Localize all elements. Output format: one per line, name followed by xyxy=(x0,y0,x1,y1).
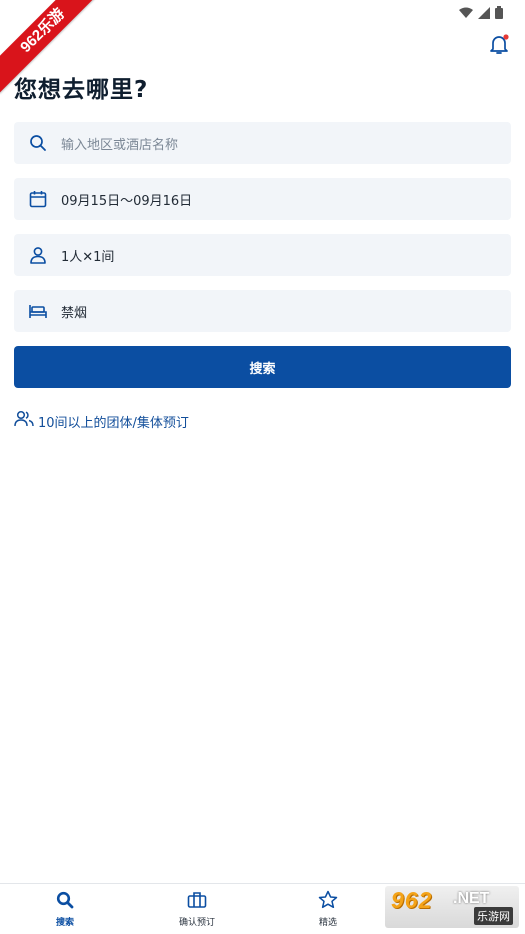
signal-icon xyxy=(478,4,490,23)
bed-icon xyxy=(28,301,48,321)
wifi-icon xyxy=(459,4,473,23)
search-button[interactable]: 搜索 xyxy=(14,346,511,388)
page-title: 您想去哪里? xyxy=(14,77,149,103)
search-icon xyxy=(56,891,74,912)
guests-rooms-value: 1人✕1间 xyxy=(61,249,115,265)
search-icon xyxy=(28,133,48,153)
group-booking-link[interactable]: 10间以上的团体/集体预订 xyxy=(14,410,189,432)
nav-tab-label: 精选 xyxy=(318,918,337,928)
nav-tab-label: 确认预订 xyxy=(178,917,215,928)
calendar-icon xyxy=(28,189,48,209)
watermark-suffix: .NET xyxy=(453,890,490,907)
battery-icon xyxy=(495,4,503,23)
notification-bell-icon[interactable] xyxy=(487,32,511,56)
date-range-value: 09月15日〜09月16日 xyxy=(61,193,193,209)
nav-tab-featured[interactable]: 精选 xyxy=(278,884,378,934)
destination-placeholder: 输入地区或酒店名称 xyxy=(61,137,179,153)
date-range-field[interactable]: 09月15日〜09月16日 xyxy=(14,178,511,220)
site-watermark: 962 .NET 乐游网 xyxy=(385,886,519,928)
destination-search-field[interactable]: 输入地区或酒店名称 xyxy=(14,122,511,164)
smoking-preference-value: 禁烟 xyxy=(61,305,88,321)
nav-tab-search[interactable]: 搜索 xyxy=(15,884,115,934)
watermark-subtitle: 乐游网 xyxy=(474,907,513,925)
watermark-brand: 962 xyxy=(391,887,433,913)
group-booking-label: 10间以上的团体/集体预订 xyxy=(38,415,189,431)
guests-rooms-field[interactable]: 1人✕1间 xyxy=(14,234,511,276)
nav-tab-bookings[interactable]: 确认预订 xyxy=(147,884,247,934)
briefcase-icon xyxy=(187,891,207,912)
nav-tab-label: 搜索 xyxy=(55,917,74,928)
person-icon xyxy=(28,245,48,265)
star-icon xyxy=(318,890,338,912)
group-people-icon xyxy=(14,410,34,432)
smoking-preference-field[interactable]: 禁烟 xyxy=(14,290,511,332)
